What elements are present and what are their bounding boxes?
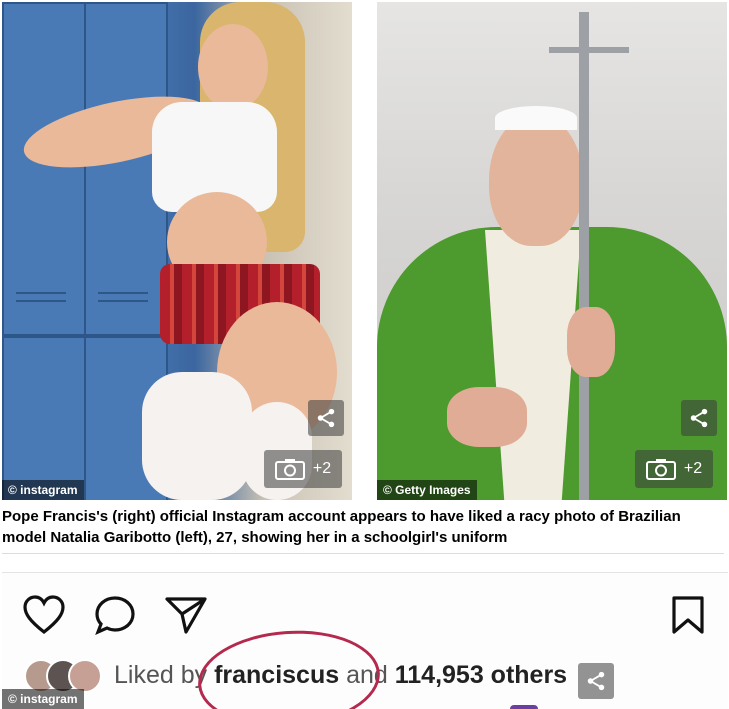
gallery-button[interactable]: +2 <box>264 450 342 488</box>
share-icon <box>690 408 708 428</box>
highlight-circle <box>194 624 384 709</box>
send-icon <box>165 597 207 634</box>
avatar <box>68 659 102 693</box>
liker-avatars <box>24 659 104 693</box>
instagram-screenshot: Liked by franciscus and 114,953 others ©… <box>2 572 728 709</box>
photo-credit: © Getty Images <box>377 480 477 500</box>
gallery-button[interactable]: +2 <box>635 450 713 488</box>
camera-icon <box>274 459 305 480</box>
photo-credit: © instagram <box>2 480 84 500</box>
gallery-count: +2 <box>312 460 332 477</box>
left-photo[interactable]: © instagram +2 <box>2 2 352 500</box>
comment-icon <box>95 596 135 635</box>
right-photo[interactable]: © Getty Images +2 <box>377 2 727 500</box>
share-button[interactable] <box>578 663 614 699</box>
share-icon <box>587 671 605 691</box>
photo-caption: Pope Francis's (right) official Instagra… <box>2 508 681 546</box>
heart-icon <box>23 595 65 635</box>
photo-credit: © instagram <box>2 689 84 709</box>
liked-by-count: 114,953 others <box>394 660 568 689</box>
share-icon <box>317 408 335 428</box>
divider <box>2 553 724 554</box>
camera-icon <box>645 459 676 480</box>
share-button[interactable] <box>308 400 344 436</box>
bookmark-icon <box>672 596 704 634</box>
share-button[interactable] <box>681 400 717 436</box>
gallery-count: +2 <box>683 460 703 477</box>
partial-emoji <box>510 705 538 709</box>
